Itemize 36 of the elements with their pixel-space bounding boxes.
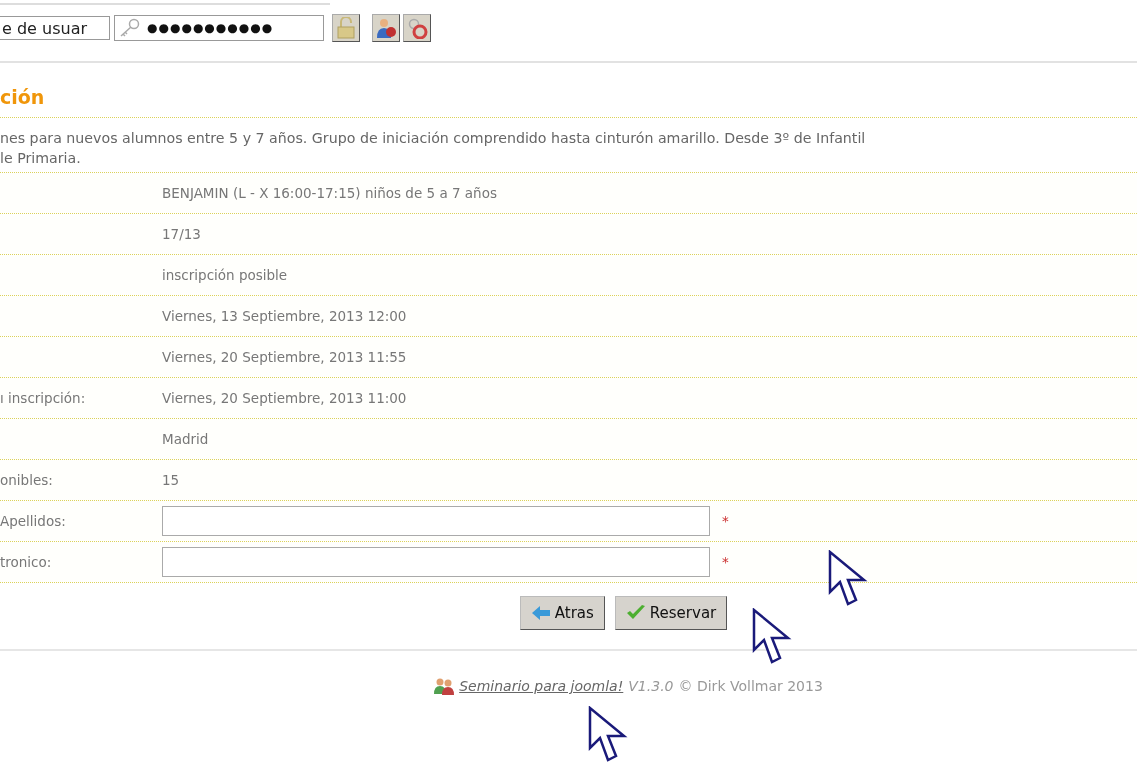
padlock-icon — [336, 17, 356, 39]
back-button[interactable]: Atras — [519, 596, 605, 630]
reserve-button[interactable]: Reservar — [614, 596, 728, 630]
password-dots: ●●●●●●●●●●● — [147, 21, 274, 35]
left-arrow-icon — [530, 605, 551, 621]
field-value: Viernes, 20 Septiembre, 2013 11:00 — [162, 390, 407, 406]
register-button[interactable] — [372, 14, 400, 42]
input-field[interactable] — [162, 506, 710, 536]
lifebuoy-icon — [406, 17, 428, 39]
key-icon — [119, 18, 141, 38]
username-field[interactable]: e de usuar — [0, 16, 110, 40]
required-mark: * — [722, 513, 729, 529]
people-icon — [434, 677, 455, 695]
field-value: inscripción posible — [162, 267, 288, 283]
input-field[interactable] — [162, 547, 710, 577]
field-value: BENJAMIN (L - X 16:00-17:15) niños de 5 a 7 años — [162, 185, 497, 201]
section-heading: ción — [0, 85, 46, 109]
field-value: Viernes, 20 Septiembre, 2013 11:55 — [162, 349, 407, 365]
required-mark: * — [722, 554, 729, 570]
field-value: Madrid — [162, 431, 209, 447]
footer-link[interactable]: Seminario para joomla! — [459, 678, 624, 694]
field-label: tronico: — [0, 554, 53, 570]
version-text: V1.3.0 — [628, 678, 674, 694]
field-value: 15 — [162, 472, 180, 488]
help-button[interactable] — [403, 14, 431, 42]
login-button[interactable] — [332, 14, 360, 42]
field-label: Apellidos: — [0, 513, 67, 529]
field-value: Viernes, 13 Septiembre, 2013 12:00 — [162, 308, 407, 324]
user-icon — [375, 17, 397, 39]
password-field[interactable]: ●●●●●●●●●●● — [114, 15, 324, 41]
cursor-icon — [752, 608, 792, 666]
copyright-text: © Dirk Vollmar 2013 — [678, 678, 823, 694]
checkmark-icon — [625, 605, 646, 621]
field-value: 17/13 — [162, 226, 201, 242]
field-label: onibles: — [0, 472, 54, 488]
field-label: ı inscripción: — [0, 390, 87, 406]
